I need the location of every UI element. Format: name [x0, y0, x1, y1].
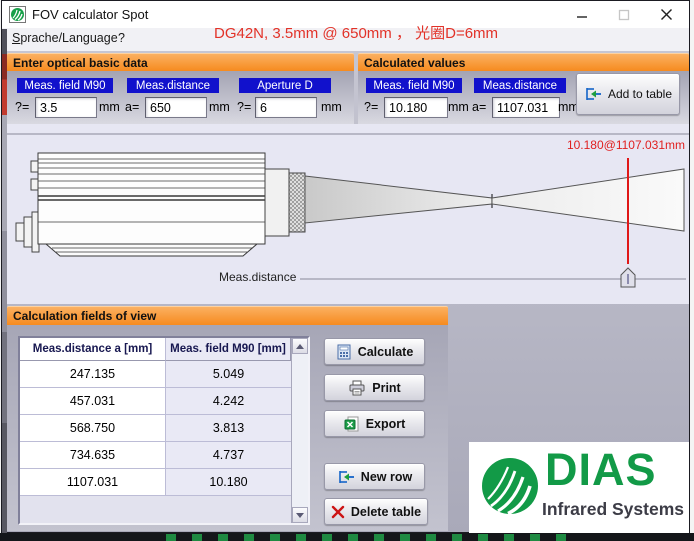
calculator-icon — [336, 344, 352, 360]
calc-meas-distance-output[interactable] — [492, 97, 560, 118]
panel-enter-optical-basic-data: Enter optical basic data Meas. field M90… — [7, 53, 354, 124]
panel-body: Meas. field M90 Meas.distance Aperture D… — [7, 71, 354, 124]
scroll-up-button[interactable] — [292, 338, 308, 354]
grid-cell[interactable]: 734.635 — [20, 442, 166, 469]
menu-item-language[interactable]: Sprache/Language — [8, 31, 122, 45]
unit-label: mm — [321, 100, 342, 114]
dias-logo-area: DIAS Infrared Systems — [469, 442, 689, 533]
calc-meas-field-m90-output[interactable] — [384, 97, 448, 118]
panel-calculated-values: Calculated values Meas. field M90 Meas.d… — [358, 53, 689, 124]
grid-cell[interactable]: 568.750 — [20, 415, 166, 442]
panel-header: Enter optical basic data — [7, 53, 354, 71]
grid-cell[interactable]: 4.737 — [166, 442, 291, 469]
new-row-button[interactable]: New row — [324, 463, 425, 490]
dias-logo-icon — [481, 457, 539, 515]
print-label: Print — [372, 381, 400, 395]
app-logo-icon — [9, 6, 26, 23]
window-title: FOV calculator Spot — [32, 7, 148, 22]
menu-item-help[interactable]: ? — [114, 31, 129, 45]
fov-diagram: 10.180@1107.031mm Meas.distance — [7, 124, 689, 304]
printer-icon — [348, 380, 366, 396]
grid-cell[interactable]: 3.813 — [166, 415, 291, 442]
prefix-label: ?= — [15, 100, 29, 114]
dias-subtitle: Infrared Systems — [542, 499, 684, 520]
field-label-meas-field-m90: Meas. field M90 — [366, 78, 462, 93]
add-to-table-label: Add to table — [608, 87, 672, 101]
calculate-button[interactable]: Calculate — [324, 338, 425, 365]
field-label-aperture-d: Aperture D — [239, 78, 331, 93]
grid-cell[interactable]: 457.031 — [20, 388, 166, 415]
delete-table-label: Delete table — [351, 505, 421, 519]
panel-header-calculation-fields: Calculation fields of view — [7, 306, 448, 325]
background-window-edge — [2, 29, 7, 534]
grid-scrollbar[interactable] — [291, 338, 308, 523]
meas-distance-axis-label: Meas.distance — [215, 270, 300, 284]
unit-label: mm — [448, 100, 469, 114]
meas-field-m90-input[interactable] — [35, 97, 97, 118]
panel-body: Meas. field M90 Meas.distance ?= mm a= m… — [358, 71, 689, 124]
field-label-meas-distance: Meas.distance — [127, 78, 219, 93]
slider-handle — [621, 268, 635, 287]
grid-cell[interactable]: 10.180 — [166, 469, 291, 496]
export-button[interactable]: Export — [324, 410, 425, 437]
background-window-content — [150, 534, 570, 541]
aperture-d-input[interactable] — [255, 97, 317, 118]
marker-value-label: 10.180@1107.031mm — [567, 138, 685, 152]
lens-info-text: DG42N, 3.5mm @ 650mm ， 光圈D=6mm — [214, 22, 498, 43]
excel-export-icon — [344, 416, 360, 432]
arrow-up-icon — [296, 344, 304, 349]
add-to-table-button[interactable]: Add to table — [576, 73, 680, 115]
maximize-button[interactable] — [609, 1, 639, 28]
application-window: FOV calculator Spot Sprache/Language ? D… — [1, 0, 690, 533]
prefix-label: a= — [472, 100, 486, 114]
arrow-down-icon — [296, 513, 304, 518]
field-label-meas-field-m90: Meas. field M90 — [17, 78, 113, 93]
prefix-label: ?= — [364, 100, 378, 114]
add-row-icon — [584, 86, 602, 102]
minimize-icon — [576, 9, 588, 21]
meas-distance-input[interactable] — [145, 97, 207, 118]
desktop-background — [690, 0, 694, 533]
scroll-down-button[interactable] — [292, 507, 308, 523]
field-label-meas-distance: Meas.distance — [474, 78, 566, 93]
new-row-label: New row — [361, 470, 412, 484]
grid-cell[interactable]: 1107.031 — [20, 469, 166, 496]
close-button[interactable] — [651, 1, 681, 28]
unit-label: mm — [99, 100, 120, 114]
prefix-label: a= — [125, 100, 139, 114]
panel-header: Calculated values — [358, 53, 689, 71]
unit-label: mm — [209, 100, 230, 114]
calculate-label: Calculate — [358, 345, 414, 359]
results-grid: Meas.distance a [mm] Meas. field M90 [mm… — [18, 336, 310, 525]
grid-cell[interactable]: 4.242 — [166, 388, 291, 415]
column-header-field: Meas. field M90 [mm] — [166, 338, 291, 361]
close-icon — [660, 8, 673, 21]
screenshot-root: FOV calculator Spot Sprache/Language ? D… — [0, 0, 694, 541]
minimize-button[interactable] — [567, 1, 597, 28]
column-header-distance: Meas.distance a [mm] — [20, 338, 166, 361]
delete-x-icon — [331, 505, 345, 519]
maximize-icon — [618, 9, 630, 21]
background-window-strip — [0, 533, 694, 541]
prefix-label: ?= — [237, 100, 251, 114]
delete-table-button[interactable]: Delete table — [324, 498, 428, 525]
export-label: Export — [366, 417, 406, 431]
add-row-icon — [337, 469, 355, 485]
print-button[interactable]: Print — [324, 374, 425, 401]
grid-cell[interactable]: 247.135 — [20, 361, 166, 388]
grid-cell[interactable]: 5.049 — [166, 361, 291, 388]
dias-wordmark: DIAS — [545, 444, 657, 496]
